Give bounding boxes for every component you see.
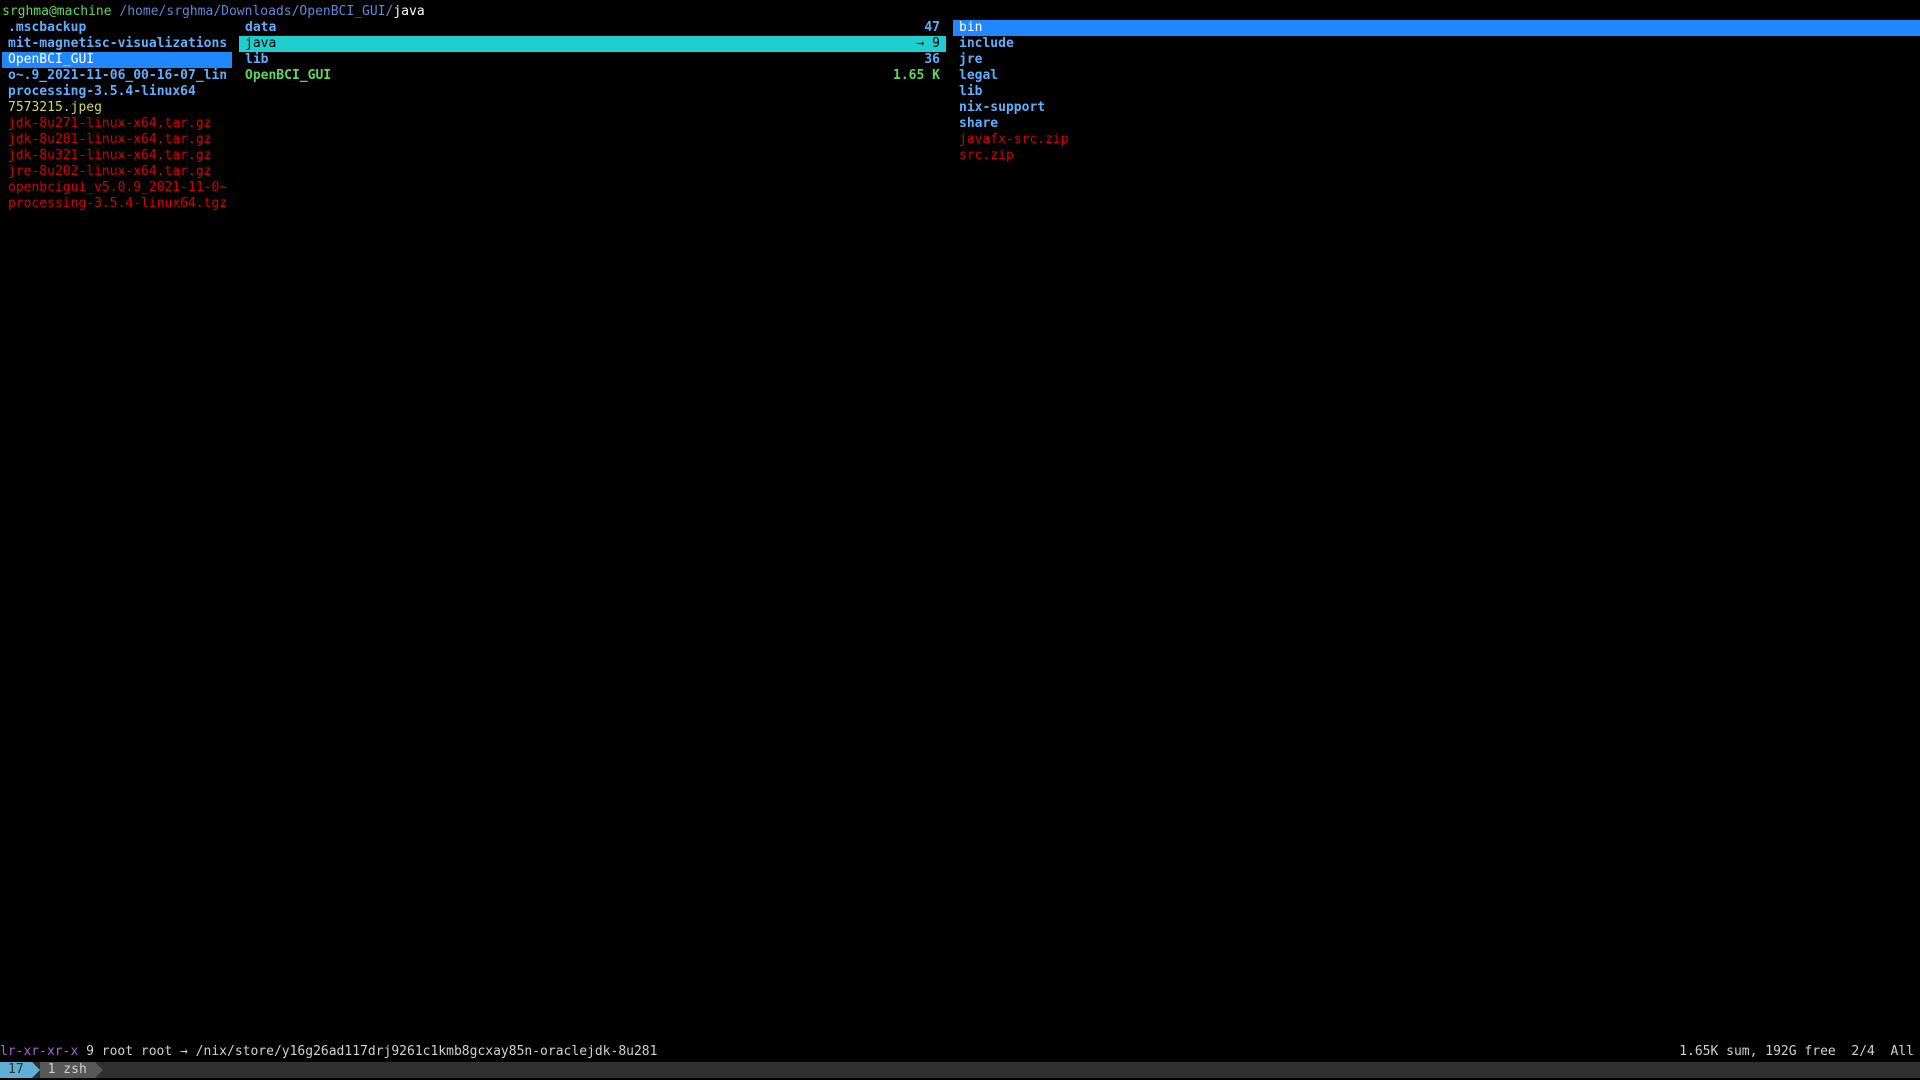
left-file-entry[interactable]: processing-3.5.4-linux64 [2,84,232,100]
left-file-entry[interactable]: 7573215.jpeg [2,100,232,116]
file-name: processing-3.5.4-linux64 [8,84,196,99]
right-file-entry[interactable]: bin [953,20,1920,36]
file-size: 36 [924,52,940,67]
tmux-session-index[interactable]: 17 [0,1062,32,1078]
left-file-entry[interactable]: jdk-8u271-linux-x64.tar.gz [2,116,232,132]
left-file-entry[interactable]: jre-8u202-linux-x64.tar.gz [2,164,232,180]
user-host: srghma@machine [2,4,112,19]
left-file-entry[interactable]: processing-3.5.4-linux64.tgz [2,196,232,212]
file-name: java [245,36,277,51]
powerline-separator-icon [94,1062,103,1078]
file-name: nix-support [959,100,1046,115]
file-name: jdk-8u271-linux-x64.tar.gz [8,116,212,131]
title-bar: srghma@machine /home/srghma/Downloads/Op… [2,4,425,20]
status-summary: 1.65K sum, 192G free 2/4 All [1679,1044,1914,1059]
file-size: 47 [924,20,940,35]
left-file-entry[interactable]: .mscbackup [2,20,232,36]
file-name: javafx-src.zip [959,132,1069,147]
file-name: legal [959,68,999,83]
left-file-entry[interactable]: mit-magnetisc-visualizations [2,36,232,52]
right-file-entry[interactable]: include [953,36,1920,52]
tmux-window-tab[interactable]: 1 zsh [39,1062,95,1078]
middle-file-entry[interactable]: lib 36 [239,52,946,68]
file-name: lib [245,52,269,67]
file-name: processing-3.5.4-linux64.tgz [8,196,226,211]
left-file-entry[interactable]: o~.9_2021-11-06_00-16-07_linux64 [2,68,232,84]
file-name: jre [959,52,983,67]
file-name: jre-8u202-linux-x64.tar.gz [8,164,212,179]
right-file-entry[interactable]: jre [953,52,1920,68]
file-name: share [959,116,999,131]
file-name: data [245,20,277,35]
parent-directory-column: .mscbackup mit-magnetisc-visualizations Op… [2,20,232,212]
left-file-entry[interactable]: openbcigui_v5.0.9_2021-11-0~.zip [2,180,232,196]
right-file-entry[interactable]: src.zip [953,148,1920,164]
file-name: bin [959,20,983,35]
file-permissions: lr-xr-xr-x [0,1044,79,1059]
current-directory: java [393,4,425,19]
file-name: src.zip [959,148,1014,163]
file-name: mit-magnetisc-visualizations [8,36,226,51]
file-name: include [959,36,1014,51]
file-name: .mscbackup [8,20,87,35]
right-file-entry[interactable]: share [953,116,1920,132]
file-name: 7573215.jpeg [8,100,102,115]
file-name: lib [959,84,983,99]
left-file-entry[interactable]: OpenBCI_GUI [2,52,232,68]
file-size: 1.65 K [893,68,940,83]
file-name: jdk-8u321-linux-x64.tar.gz [8,148,212,163]
current-path: /home/srghma/Downloads/OpenBCI_GUI/ [119,4,394,19]
left-file-entry[interactable]: jdk-8u321-linux-x64.tar.gz [2,148,232,164]
file-name: OpenBCI_GUI [8,52,95,67]
preview-column: bin include jre legal lib nix-support share jav… [953,20,1920,164]
file-name: jdk-8u281-linux-x64.tar.gz [8,132,212,147]
right-file-entry[interactable]: lib [953,84,1920,100]
file-info: 9 root root → /nix/store/y16g26ad117drj9… [78,1044,658,1059]
file-name: openbcigui_v5.0.9_2021-11-0~.zip [8,180,226,195]
middle-file-entry[interactable]: java → 9 [239,36,946,52]
file-size: → 9 [916,36,940,51]
right-file-entry[interactable]: legal [953,68,1920,84]
file-name: OpenBCI_GUI [245,68,332,83]
middle-file-entry[interactable]: data 47 [239,20,946,36]
right-file-entry[interactable]: nix-support [953,100,1920,116]
status-line: lr-xr-xr-x 9 root root → /nix/store/y16g… [0,1044,1920,1060]
left-file-entry[interactable]: jdk-8u281-linux-x64.tar.gz [2,132,232,148]
middle-file-entry[interactable]: OpenBCI_GUI 1.65 K [239,68,946,84]
tmux-status-bar: 17 1 zsh [0,1062,1920,1078]
powerline-separator-icon [31,1062,40,1078]
right-file-entry[interactable]: javafx-src.zip [953,132,1920,148]
current-directory-column: data 47 java → 9 lib 36 OpenBCI_GUI 1.65 K [239,20,946,84]
file-name: o~.9_2021-11-06_00-16-07_linux64 [8,68,226,83]
